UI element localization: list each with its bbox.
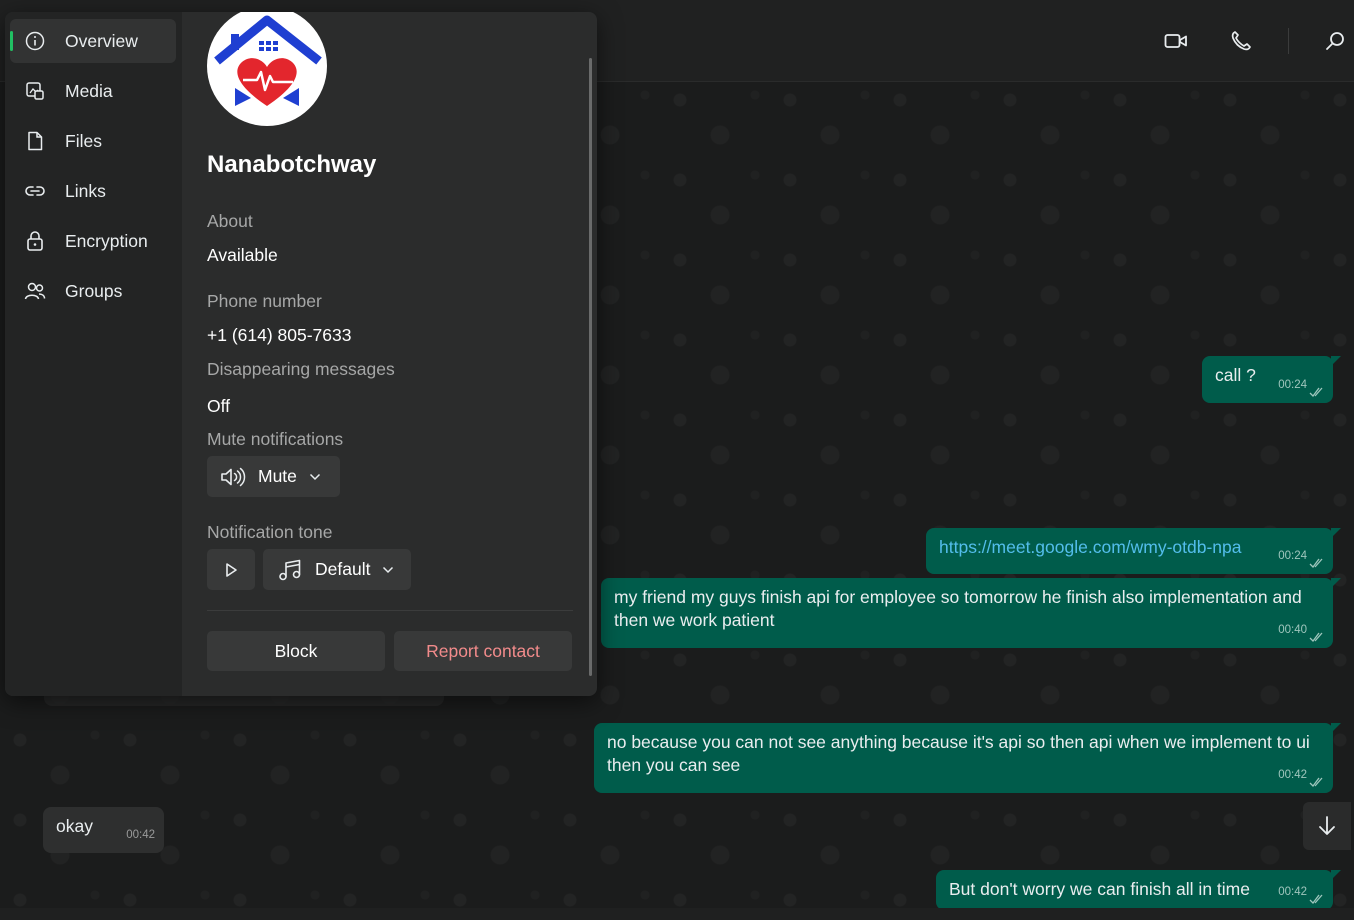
message-text: But don't worry we can finish all in tim… xyxy=(949,879,1250,899)
contact-info-panel: Overview Media Files Links Encryption Gr… xyxy=(5,12,597,696)
phone-value: +1 (614) 805-7633 xyxy=(207,325,352,345)
message-text: my friend my guys finish api for employe… xyxy=(614,587,1302,630)
search-icon[interactable] xyxy=(1322,28,1348,54)
avatar-logo-icon xyxy=(214,15,322,106)
play-icon xyxy=(224,562,238,578)
message-text: no because you can not see anything beca… xyxy=(607,732,1310,775)
nav-item-encryption[interactable]: Encryption xyxy=(10,219,176,263)
media-icon xyxy=(24,80,46,102)
read-ticks-icon xyxy=(1309,387,1323,397)
message-time: 00:24 xyxy=(1278,379,1307,391)
groups-icon xyxy=(24,280,46,302)
message-time: 00:42 xyxy=(1278,886,1307,898)
nav-label: Files xyxy=(65,130,102,151)
phone-icon[interactable] xyxy=(1228,28,1254,54)
speaker-icon xyxy=(220,467,246,487)
chevron-down-icon xyxy=(309,473,321,481)
lock-icon xyxy=(24,230,46,252)
read-ticks-icon xyxy=(1309,777,1323,787)
tone-dropdown[interactable]: Default xyxy=(263,549,411,590)
disappearing-value[interactable]: Off xyxy=(207,396,230,417)
tone-label: Notification tone xyxy=(207,522,333,542)
file-icon xyxy=(24,130,46,152)
nav-label: Groups xyxy=(65,280,123,301)
music-note-icon xyxy=(278,559,302,581)
link-icon xyxy=(24,180,46,202)
message-text: okay xyxy=(56,816,93,836)
nav-item-files[interactable]: Files xyxy=(10,119,176,163)
read-ticks-icon xyxy=(1309,558,1323,568)
message-time: 00:42 xyxy=(1278,769,1307,781)
phone-label: Phone number xyxy=(207,291,322,311)
message-link[interactable]: https://meet.google.com/wmy-otdb-npa xyxy=(939,537,1242,557)
nav-label: Overview xyxy=(65,30,138,51)
scroll-to-bottom-button[interactable] xyxy=(1303,802,1351,850)
message-time: 00:24 xyxy=(1278,550,1307,562)
nav-item-overview[interactable]: Overview xyxy=(10,19,176,63)
contact-avatar[interactable] xyxy=(207,12,327,126)
message-bubble[interactable]: https://meet.google.com/wmy-otdb-npa 00:… xyxy=(926,528,1341,574)
message-bubble[interactable]: no because you can not see anything beca… xyxy=(594,723,1341,793)
message-time: 00:42 xyxy=(126,829,155,841)
nav-label: Encryption xyxy=(65,230,148,251)
about-value: Available xyxy=(207,245,278,265)
message-bubble[interactable]: But don't worry we can finish all in tim… xyxy=(936,870,1341,910)
composer-edge xyxy=(0,908,1354,920)
tone-button-label: Default xyxy=(315,559,371,579)
divider xyxy=(207,610,573,611)
play-tone-button[interactable] xyxy=(207,549,255,590)
panel-scrollbar[interactable] xyxy=(589,58,592,676)
mute-label: Mute notifications xyxy=(207,429,344,449)
disappearing-label: Disappearing messages xyxy=(207,359,395,379)
info-icon xyxy=(24,30,46,52)
nav-item-media[interactable]: Media xyxy=(10,69,176,113)
chevron-down-icon xyxy=(382,566,394,574)
report-contact-button[interactable]: Report contact xyxy=(394,631,572,671)
contact-name: Nanabotchway xyxy=(207,151,377,178)
about-label: About xyxy=(207,211,253,231)
video-icon[interactable] xyxy=(1163,28,1189,54)
arrow-down-icon xyxy=(1319,816,1335,835)
active-indicator xyxy=(10,31,13,51)
message-text: call ? xyxy=(1215,365,1256,385)
read-ticks-icon xyxy=(1309,894,1323,904)
mute-dropdown[interactable]: Mute xyxy=(207,456,340,497)
block-button[interactable]: Block xyxy=(207,631,385,671)
message-bubble[interactable]: okay 00:42 xyxy=(43,807,164,853)
message-bubble[interactable]: call ? 00:24 xyxy=(1202,356,1341,403)
header-divider xyxy=(1288,28,1289,54)
nav-item-links[interactable]: Links xyxy=(10,169,176,213)
read-ticks-icon xyxy=(1309,632,1323,642)
contact-info-nav: Overview Media Files Links Encryption Gr… xyxy=(5,12,182,696)
nav-label: Links xyxy=(65,180,106,201)
nav-label: Media xyxy=(65,80,113,101)
message-bubble[interactable]: my friend my guys finish api for employe… xyxy=(601,578,1341,648)
mute-button-label: Mute xyxy=(258,466,297,486)
contact-overview: Nanabotchway About Available Phone numbe… xyxy=(182,12,597,696)
nav-item-groups[interactable]: Groups xyxy=(10,269,176,313)
message-time: 00:40 xyxy=(1278,624,1307,636)
